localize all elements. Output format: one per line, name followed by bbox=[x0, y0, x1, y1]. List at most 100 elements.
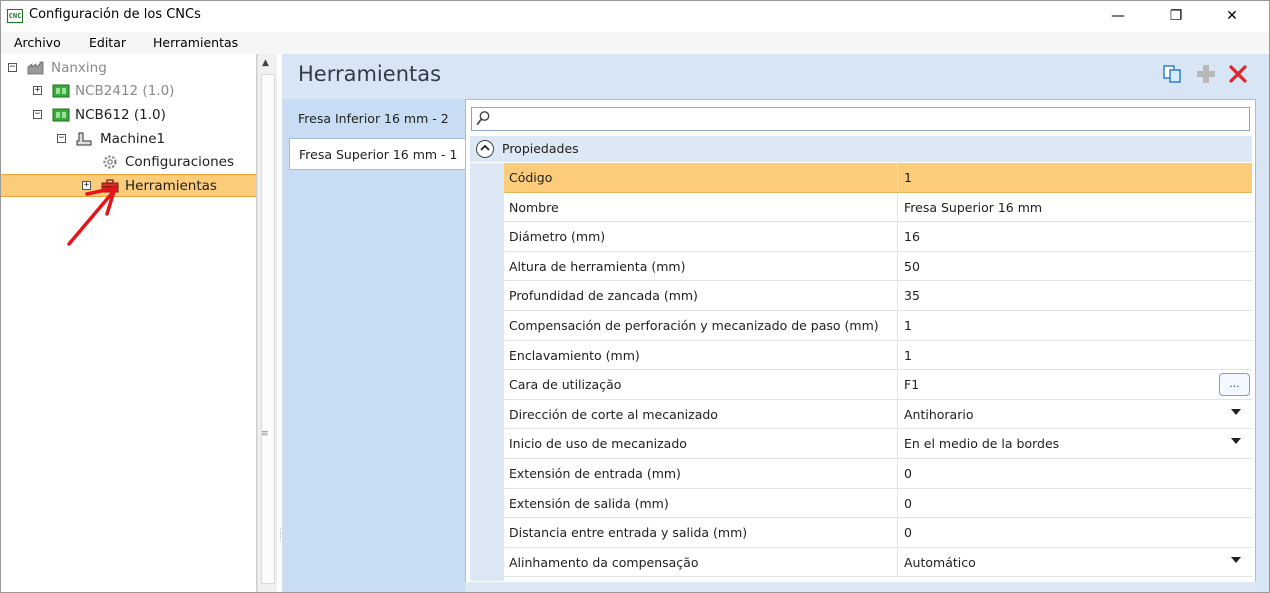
property-name: Distancia entre entrada y salida (mm) bbox=[509, 525, 748, 541]
add-icon[interactable] bbox=[1196, 64, 1216, 84]
property-value[interactable]: 1 bbox=[904, 348, 912, 363]
tree-node-ncb612[interactable]: − NCB612 (1.0) bbox=[1, 104, 256, 126]
column-divider[interactable] bbox=[897, 311, 898, 340]
column-divider[interactable] bbox=[897, 163, 898, 192]
property-name: Compensación de perforación y mecanizado… bbox=[509, 318, 879, 333]
collapse-icon[interactable]: − bbox=[8, 63, 17, 72]
property-value[interactable]: 1 bbox=[904, 318, 912, 333]
menu-bar: Archivo Editar Herramientas bbox=[1, 32, 1269, 54]
property-value[interactable]: 1 bbox=[904, 170, 912, 185]
expand-icon[interactable]: + bbox=[33, 86, 42, 95]
cnc-board-icon bbox=[52, 84, 70, 98]
property-value[interactable]: F1 bbox=[904, 377, 919, 392]
scrollbar-grip-icon: ≡ bbox=[261, 429, 269, 439]
tree-scrollbar[interactable]: ▲ bbox=[257, 54, 277, 592]
column-divider[interactable] bbox=[897, 251, 898, 281]
property-value[interactable]: Automático bbox=[904, 555, 976, 570]
property-row[interactable]: Extensión de salida (mm) 0 bbox=[504, 488, 1252, 519]
collapse-icon[interactable]: − bbox=[33, 110, 42, 119]
column-divider[interactable] bbox=[897, 429, 898, 458]
tree-node-ncb2412[interactable]: + NCB2412 (1.0) bbox=[1, 80, 256, 102]
property-name: Nombre bbox=[509, 199, 559, 215]
column-divider[interactable] bbox=[897, 340, 898, 370]
search-input[interactable] bbox=[471, 107, 1250, 131]
property-value[interactable]: 0 bbox=[904, 525, 912, 540]
category-label: Propiedades bbox=[502, 141, 579, 156]
category-header[interactable]: Propiedades bbox=[470, 136, 1252, 162]
tree-node-nanxing[interactable]: − Nanxing bbox=[1, 57, 256, 79]
column-divider[interactable] bbox=[897, 547, 898, 577]
property-row[interactable]: Distancia entre entrada y salida (mm) 0 bbox=[504, 518, 1252, 548]
delete-icon[interactable] bbox=[1228, 64, 1248, 84]
tree-node-label: Nanxing bbox=[51, 60, 107, 76]
column-divider[interactable] bbox=[897, 518, 898, 547]
collapse-category-icon[interactable] bbox=[476, 140, 494, 158]
column-divider[interactable] bbox=[897, 399, 898, 429]
property-row[interactable]: Inicio de uso de mecanizado En el medio d… bbox=[504, 429, 1252, 459]
tab-fresa-inferior[interactable]: Fresa Inferior 16 mm - 2 bbox=[289, 103, 465, 135]
dropdown-arrow-icon[interactable] bbox=[1231, 556, 1241, 563]
search-icon bbox=[476, 110, 490, 130]
property-row[interactable]: Compensación de perforación y mecanizado… bbox=[504, 311, 1252, 341]
property-value[interactable]: Fresa Superior 16 mm bbox=[904, 200, 1042, 215]
tree-node-label: Configuraciones bbox=[125, 154, 235, 170]
property-value[interactable]: 0 bbox=[904, 466, 912, 481]
page-title: Herramientas bbox=[298, 62, 442, 86]
ellipsis-button[interactable]: ... bbox=[1219, 373, 1250, 397]
column-divider[interactable] bbox=[897, 281, 898, 310]
tree-node-machine1[interactable]: − Machine1 bbox=[1, 128, 256, 150]
property-row[interactable]: Extensión de entrada (mm) 0 bbox=[504, 459, 1252, 489]
property-name: Profundidad de zancada (mm) bbox=[509, 288, 698, 304]
tree-node-herramientas[interactable]: + Herramientas bbox=[1, 175, 256, 197]
property-value[interactable]: Antihorario bbox=[904, 407, 973, 422]
property-row[interactable]: Cara de utilização F1... bbox=[504, 370, 1252, 400]
property-name: Cara de utilização bbox=[509, 377, 622, 393]
scroll-up-icon[interactable]: ▲ bbox=[262, 58, 269, 68]
machine-tree: − Nanxing + NCB2412 (1.0) − NCB612 (1.0)… bbox=[1, 54, 257, 592]
property-value[interactable]: 50 bbox=[904, 259, 920, 274]
property-row[interactable]: Dirección de corte al mecanizado Antihora… bbox=[504, 399, 1252, 430]
property-value[interactable]: En el medio de la bordes bbox=[904, 436, 1059, 451]
grid-gutter bbox=[470, 163, 504, 581]
tree-node-label: Machine1 bbox=[100, 131, 166, 147]
minimize-button[interactable]: — bbox=[1095, 1, 1141, 31]
machine-icon bbox=[76, 132, 94, 146]
menu-archivo[interactable]: Archivo bbox=[14, 35, 61, 50]
tab-fresa-superior[interactable]: Fresa Superior 16 mm - 1 bbox=[289, 138, 465, 170]
splitter-grip-icon[interactable]: ⋮ ⋮ ⋮ bbox=[277, 528, 284, 555]
dropdown-arrow-icon[interactable] bbox=[1231, 408, 1241, 415]
property-grid: Propiedades Código 1 Nombre Fresa Superior … bbox=[465, 99, 1256, 592]
copy-icon[interactable] bbox=[1162, 64, 1182, 84]
property-row[interactable]: Código 1 bbox=[504, 163, 1252, 193]
column-divider[interactable] bbox=[897, 222, 898, 251]
menu-editar[interactable]: Editar bbox=[89, 35, 126, 50]
factory-icon bbox=[27, 61, 45, 75]
property-row[interactable]: Diámetro (mm) 16 bbox=[504, 222, 1252, 252]
scroll-thumb[interactable] bbox=[261, 74, 275, 584]
collapse-icon[interactable]: − bbox=[57, 134, 66, 143]
property-row[interactable]: Profundidad de zancada (mm) 35 bbox=[504, 281, 1252, 311]
maximize-button[interactable]: ❐ bbox=[1153, 1, 1199, 31]
column-divider[interactable] bbox=[897, 459, 898, 488]
annotation-arrow-icon bbox=[67, 186, 117, 246]
gear-icon bbox=[101, 154, 119, 169]
property-row[interactable]: Enclavamiento (mm) 1 bbox=[504, 340, 1252, 371]
cnc-board-icon bbox=[52, 108, 70, 122]
column-divider[interactable] bbox=[897, 488, 898, 518]
column-divider[interactable] bbox=[897, 370, 898, 399]
property-row[interactable]: Altura de herramienta (mm) 50 bbox=[504, 251, 1252, 282]
dropdown-arrow-icon[interactable] bbox=[1231, 438, 1241, 445]
property-name: Diámetro (mm) bbox=[509, 229, 606, 245]
property-value[interactable]: 0 bbox=[904, 496, 912, 511]
column-divider[interactable] bbox=[897, 192, 898, 222]
title-bar[interactable]: CNC Configuración de los CNCs — ❐ ✕ bbox=[1, 1, 1269, 32]
property-row[interactable]: Nombre Fresa Superior 16 mm bbox=[504, 192, 1252, 223]
close-button[interactable]: ✕ bbox=[1209, 1, 1255, 31]
menu-herramientas[interactable]: Herramientas bbox=[153, 35, 238, 50]
property-name: Código bbox=[509, 170, 553, 185]
property-row[interactable]: Alinhamento da compensação Automático bbox=[504, 547, 1252, 578]
property-value[interactable]: 35 bbox=[904, 288, 920, 303]
property-name: Enclavamiento (mm) bbox=[509, 347, 640, 363]
property-value[interactable]: 16 bbox=[904, 229, 920, 244]
tree-node-configuraciones[interactable]: Configuraciones bbox=[1, 151, 256, 173]
